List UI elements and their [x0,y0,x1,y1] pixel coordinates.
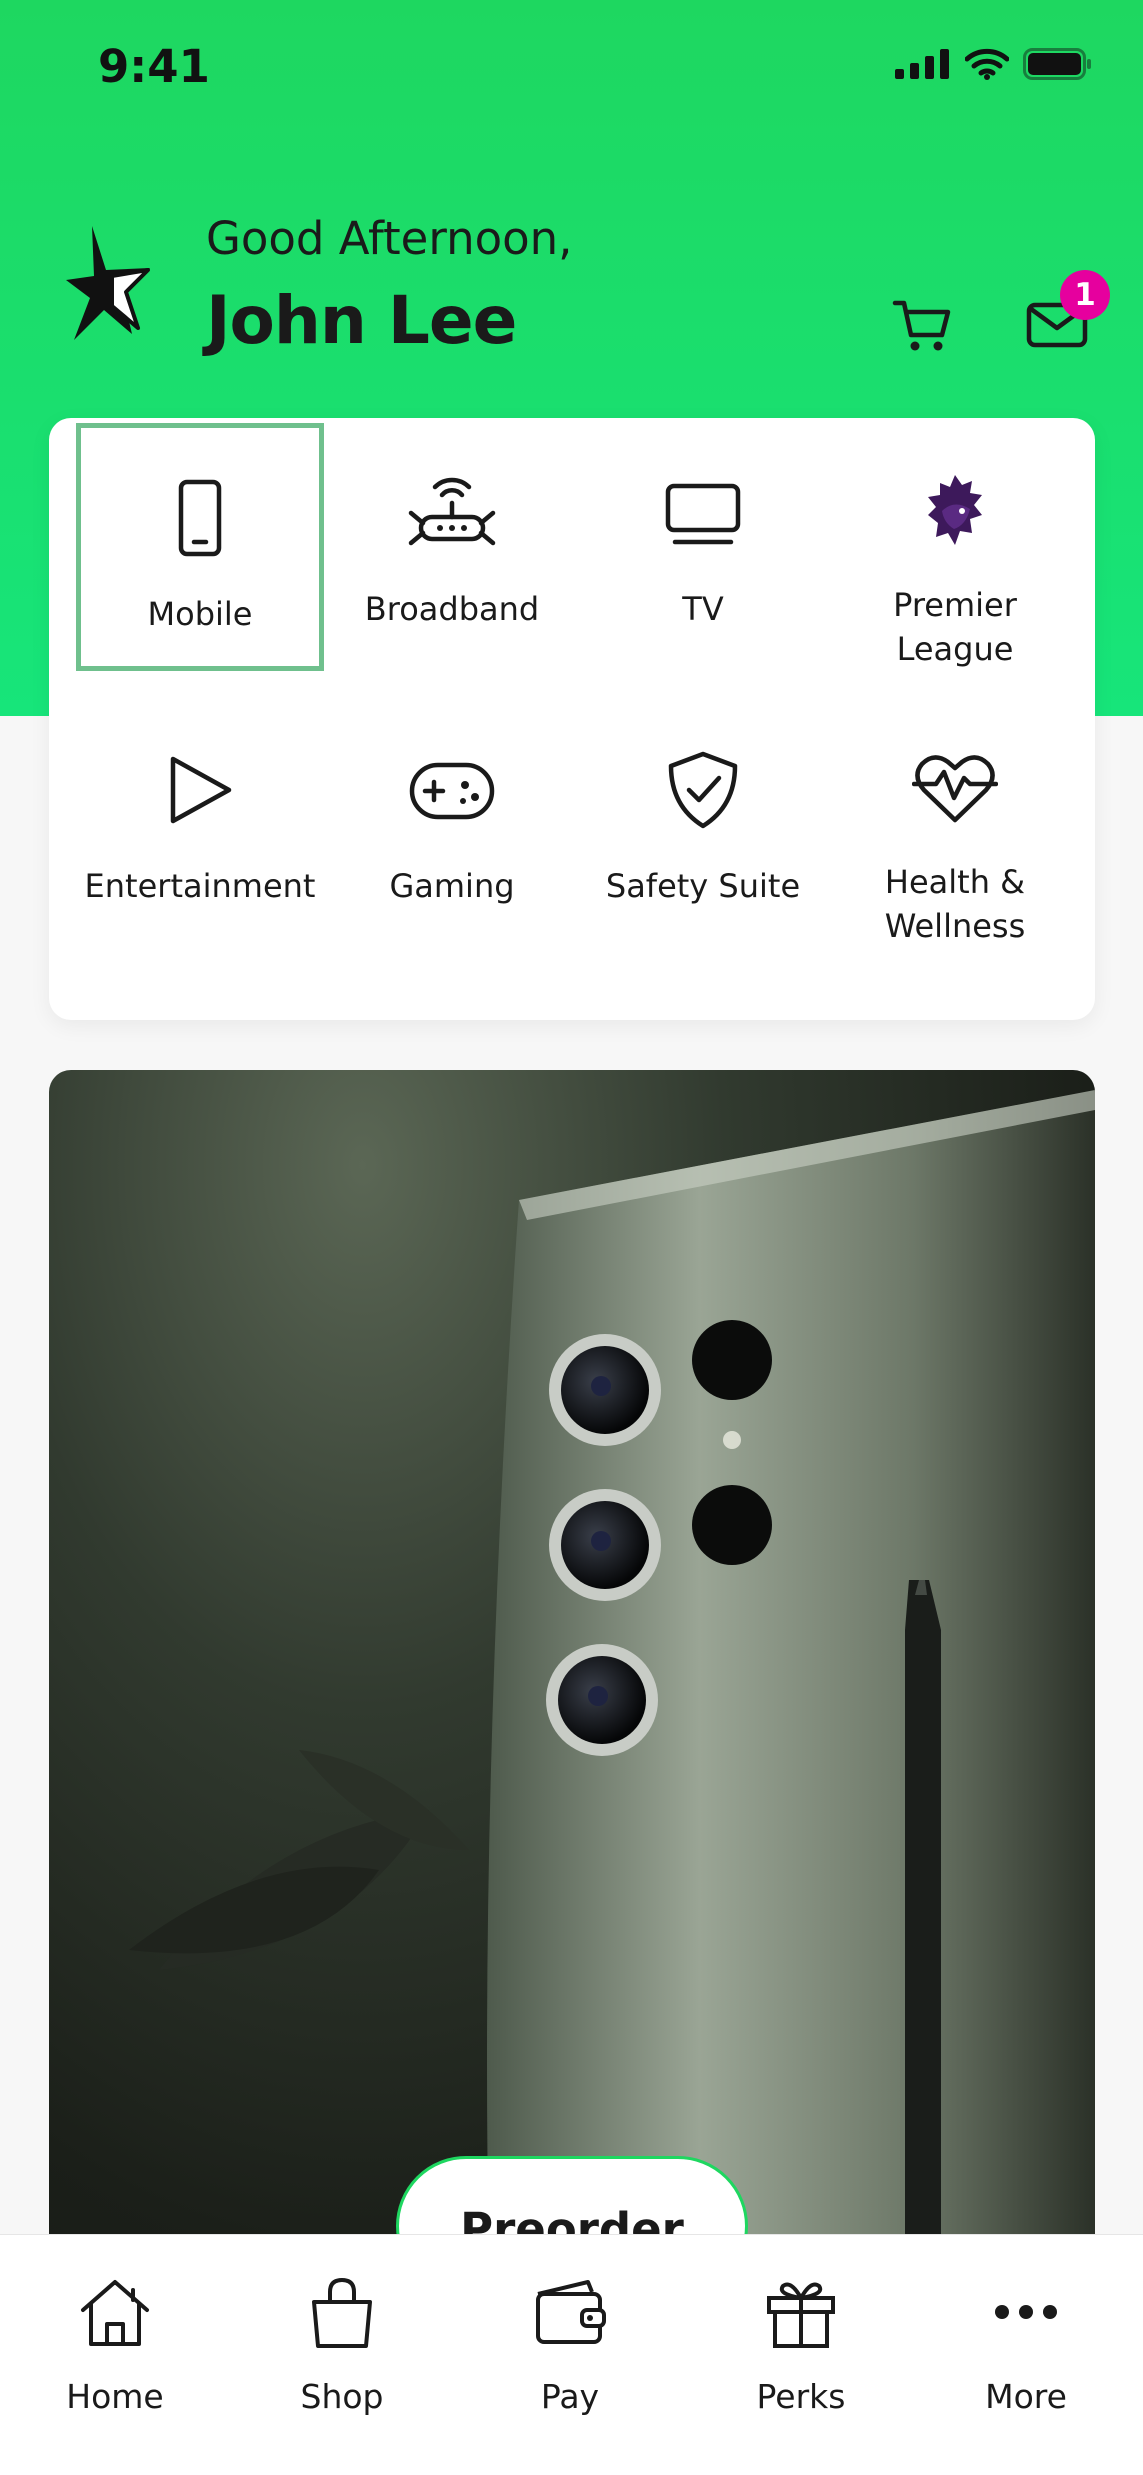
services-card: Mobile Broadband TV Premier League Enter… [49,418,1095,1020]
user-name: John Lee [206,282,517,359]
play-icon [140,740,260,840]
service-tile-health-wellness[interactable]: Health & Wellness [831,700,1079,948]
service-tile-safety-suite[interactable]: Safety Suite [579,700,827,948]
cart-button[interactable] [887,290,957,360]
tab-pay[interactable]: Pay [470,2267,670,2447]
wallet-icon [525,2267,615,2357]
shopping-cart-icon [892,300,951,351]
cellular-signal-icon [895,49,949,79]
tab-label: Pay [540,2377,600,2416]
tab-more[interactable]: More [926,2267,1126,2447]
service-label: Premier League [893,586,1017,668]
status-bar: 9:41 [0,0,1143,140]
tab-perks[interactable]: Perks [701,2267,901,2447]
tab-label: Home [66,2377,164,2416]
tab-shop[interactable]: Shop [242,2267,442,2447]
tv-icon [643,463,763,563]
tab-bar: Home Shop Pay Perks More [0,2234,1143,2475]
gift-icon [756,2267,846,2357]
notification-badge: 1 [1060,270,1110,320]
greeting-text: Good Afternoon, [206,212,573,265]
tab-home[interactable]: Home [15,2267,215,2447]
gamepad-icon [392,740,512,840]
service-tile-entertainment[interactable]: Entertainment [76,700,324,948]
service-label: Safety Suite [605,867,801,905]
more-dots-icon [981,2267,1071,2357]
tab-label: More [985,2377,1067,2416]
shopping-bag-icon [297,2267,387,2357]
service-label: Entertainment [84,867,316,905]
premier-league-lion-icon [895,463,1015,559]
status-time: 9:41 [98,40,210,93]
service-label: Mobile [147,595,253,633]
wifi-icon [965,48,1009,80]
home-icon [70,2267,160,2357]
service-tile-tv[interactable]: TV [579,423,827,671]
service-tile-mobile[interactable]: Mobile [76,423,324,671]
service-label: TV [682,590,724,628]
tab-label: Shop [300,2377,384,2416]
service-label: Broadband [364,590,540,628]
tab-label: Perks [756,2377,846,2416]
service-label: Health & Wellness [884,863,1026,945]
service-tile-gaming[interactable]: Gaming [328,700,576,948]
heart-pulse-icon [895,740,1015,836]
brand-star-logo [66,226,150,340]
service-label: Gaming [389,867,515,905]
phone-product-image [129,1090,1095,2260]
router-icon [392,463,512,563]
promo-banner[interactable] [49,1070,1095,2260]
shield-check-icon [643,740,763,840]
mobile-phone-icon [140,468,260,568]
service-tile-broadband[interactable]: Broadband [328,423,576,671]
battery-icon [1023,48,1091,80]
status-icons [895,48,1093,80]
service-tile-premier-league[interactable]: Premier League [831,423,1079,671]
